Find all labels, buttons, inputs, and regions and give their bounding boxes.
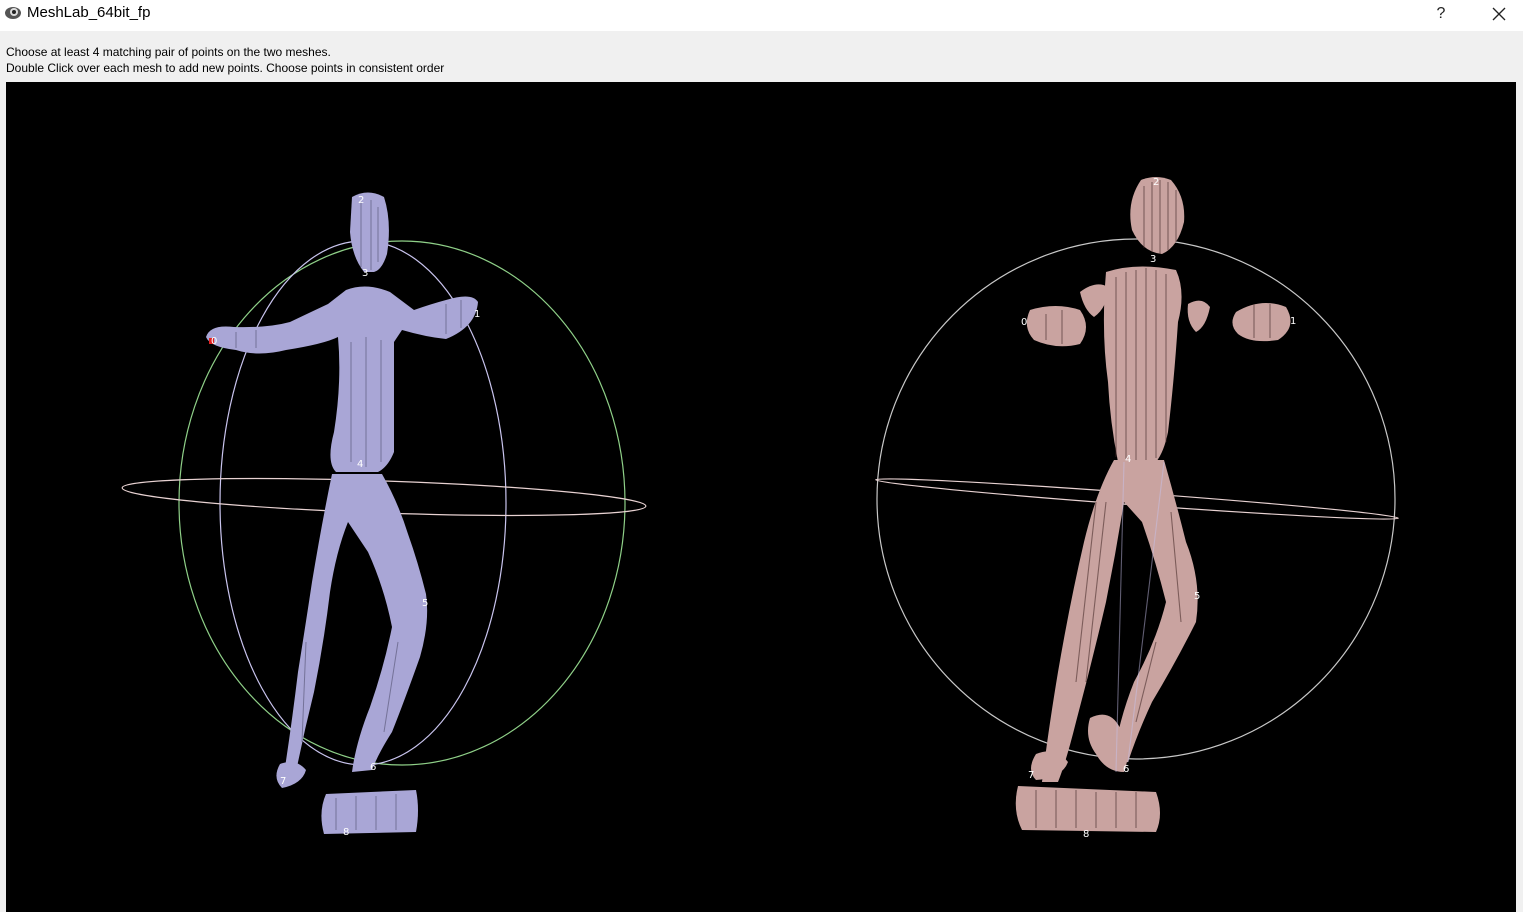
instruction-line-1: Choose at least 4 matching pair of point… xyxy=(6,45,331,59)
left-point-2: 2 xyxy=(358,195,364,206)
close-button[interactable] xyxy=(1477,0,1521,28)
left-point-7: 7 xyxy=(280,776,286,787)
left-point-5: 5 xyxy=(422,598,428,609)
left-point-8: 8 xyxy=(343,827,349,838)
meshlab-eye-icon xyxy=(5,7,21,19)
right-point-4: 4 xyxy=(1125,454,1131,465)
right-point-7: 7 xyxy=(1028,770,1034,781)
right-mesh[interactable]: 0 1 2 3 4 5 6 7 8 xyxy=(875,177,1399,840)
right-point-2: 2 xyxy=(1153,177,1159,188)
left-mesh[interactable]: 0 1 2 3 4 5 6 7 8 xyxy=(121,192,647,839)
right-point-5: 5 xyxy=(1194,591,1200,602)
right-point-1: 1 xyxy=(1290,316,1296,327)
title-bar: MeshLab_64bit_fp ? xyxy=(0,0,1523,31)
left-point-6: 6 xyxy=(370,762,376,773)
right-figure xyxy=(1015,177,1291,832)
left-point-0: 0 xyxy=(211,336,217,347)
left-point-4: 4 xyxy=(357,459,363,470)
left-figure xyxy=(206,192,478,834)
mesh-viewport[interactable]: 0 1 2 3 4 5 6 7 8 0 1 2 3 4 5 6 7 8 xyxy=(6,82,1516,912)
instructions: Choose at least 4 matching pair of point… xyxy=(6,44,444,76)
left-point-1: 1 xyxy=(474,309,480,320)
close-icon xyxy=(1492,7,1506,21)
right-point-8: 8 xyxy=(1083,829,1089,840)
help-button[interactable]: ? xyxy=(1419,0,1463,28)
instruction-line-2: Double Click over each mesh to add new p… xyxy=(6,61,445,75)
right-point-0: 0 xyxy=(1021,317,1027,328)
right-point-3: 3 xyxy=(1150,254,1156,265)
dialog-body: Choose at least 4 matching pair of point… xyxy=(0,31,1523,912)
right-point-6: 6 xyxy=(1123,764,1129,775)
window-title: MeshLab_64bit_fp xyxy=(27,4,151,21)
left-point-3: 3 xyxy=(362,268,368,279)
